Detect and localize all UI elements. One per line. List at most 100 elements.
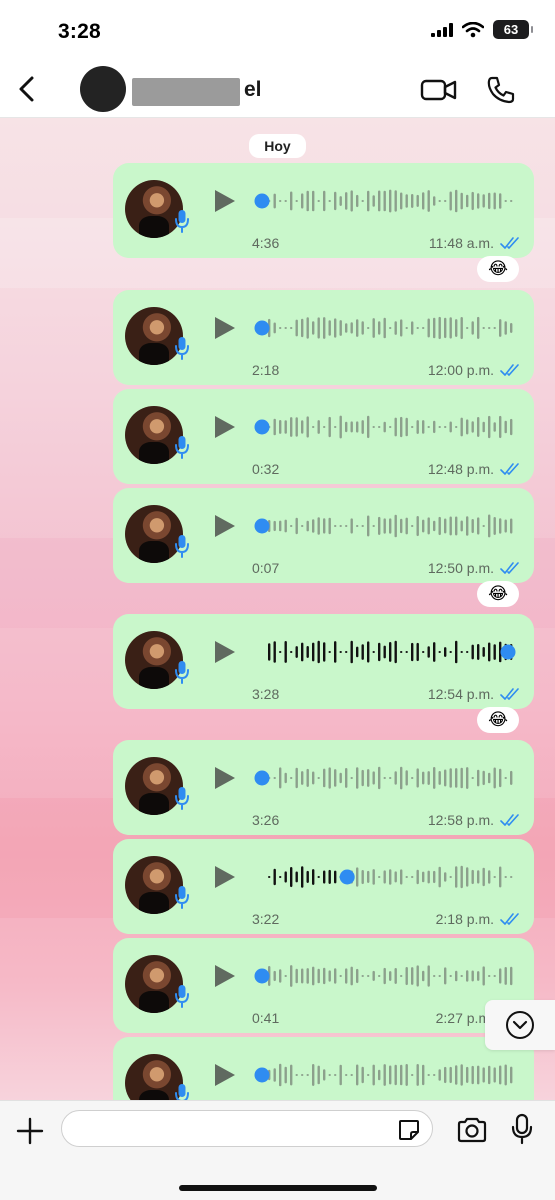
- voice-duration: 0:41: [252, 1010, 280, 1026]
- contact-name[interactable]: el: [244, 78, 262, 102]
- voice-duration: 2:18: [252, 362, 280, 378]
- waveform-bar: [372, 869, 375, 885]
- phone-icon[interactable]: [485, 74, 517, 106]
- voice-message[interactable]: 3:26 12:58 p.m.: [113, 740, 534, 835]
- camera-icon[interactable]: [456, 1116, 488, 1144]
- microphone-icon: [175, 210, 189, 233]
- redacted-name-block: [132, 78, 240, 106]
- contact-avatar[interactable]: [80, 66, 126, 112]
- waveform-bar: [295, 1074, 298, 1076]
- waveform-bar: [279, 876, 282, 878]
- waveform-bar: [427, 517, 430, 535]
- waveform-bar: [323, 642, 326, 662]
- play-icon[interactable]: [213, 1062, 237, 1088]
- waveform-bar: [383, 967, 386, 985]
- chat-area[interactable]: Hoy 4:36 11:48 a.m. 😂 2:18 12:00 p.m. 0:32 12:…: [0, 118, 555, 1100]
- waveform[interactable]: [254, 1059, 518, 1091]
- scroll-to-bottom-button[interactable]: [485, 1000, 555, 1050]
- reaction-badge[interactable]: 😂: [477, 256, 519, 282]
- waveform-bar: [466, 867, 469, 887]
- voice-message[interactable]: 0:41 2:27 p.m.: [113, 938, 534, 1033]
- voice-message[interactable]: 0:07 12:50 p.m.: [113, 488, 534, 583]
- waveform[interactable]: [254, 861, 518, 893]
- waveform-bar: [471, 519, 474, 534]
- waveform-bar: [422, 871, 425, 883]
- waveform[interactable]: [254, 185, 518, 217]
- play-icon[interactable]: [213, 963, 237, 989]
- waveform-bar: [279, 520, 282, 532]
- reaction-badge[interactable]: 😂: [477, 581, 519, 607]
- waveform-bar: [471, 970, 474, 982]
- waveform-bar: [449, 876, 452, 878]
- waveform-bar: [482, 421, 485, 433]
- waveform-bar: [378, 516, 381, 535]
- battery-indicator: 63: [493, 20, 533, 39]
- play-icon[interactable]: [213, 864, 237, 890]
- waveform[interactable]: [254, 510, 518, 542]
- play-icon[interactable]: [213, 315, 237, 341]
- waveform[interactable]: [254, 636, 518, 668]
- voice-message[interactable]: 0:32 12:48 p.m.: [113, 389, 534, 484]
- playback-scrubber: [339, 869, 355, 885]
- back-icon[interactable]: [14, 74, 40, 104]
- video-camera-icon[interactable]: [419, 74, 459, 106]
- waveform[interactable]: [254, 312, 518, 344]
- play-icon[interactable]: [213, 639, 237, 665]
- plus-icon[interactable]: [16, 1117, 44, 1145]
- waveform-bar: [510, 770, 513, 785]
- waveform-bar: [339, 772, 342, 784]
- waveform-bar: [455, 319, 458, 337]
- waveform-bar: [405, 1064, 408, 1086]
- voice-message[interactable]: 3:28 12:54 p.m.: [113, 614, 534, 709]
- waveform-bar: [427, 1074, 430, 1076]
- waveform-bar: [455, 640, 458, 664]
- microphone-icon: [175, 436, 189, 459]
- waveform-bar: [422, 192, 425, 210]
- waveform[interactable]: [254, 762, 518, 794]
- play-icon[interactable]: [213, 414, 237, 440]
- waveform-bar: [356, 1064, 359, 1086]
- waveform-bar: [477, 517, 480, 535]
- waveform-bar: [504, 200, 507, 202]
- microphone-icon[interactable]: [510, 1113, 534, 1145]
- waveform-bar: [471, 321, 474, 335]
- waveform-bar: [405, 770, 408, 786]
- waveform-bar: [383, 518, 386, 534]
- waveform-bar: [284, 420, 287, 434]
- waveform-bar: [433, 767, 436, 789]
- waveform[interactable]: [254, 960, 518, 992]
- waveform-bar: [510, 876, 513, 878]
- play-icon[interactable]: [213, 765, 237, 791]
- waveform-bar: [383, 190, 386, 212]
- waveform-bar: [394, 1064, 397, 1086]
- waveform-bar: [301, 642, 304, 662]
- waveform[interactable]: [254, 411, 518, 443]
- waveform-bar: [411, 967, 414, 985]
- reaction-badge[interactable]: 😂: [477, 707, 519, 733]
- message-time: 12:58 p.m.: [427, 812, 494, 828]
- waveform-bar: [405, 417, 408, 437]
- waveform-bar: [389, 1065, 392, 1085]
- waveform-bar: [510, 518, 513, 534]
- waveform-bar: [389, 642, 392, 662]
- waveform-bar: [273, 418, 276, 436]
- waveform-bar: [306, 768, 309, 787]
- waveform-bar: [416, 194, 419, 207]
- waveform-bar: [422, 970, 425, 982]
- waveform-bar: [477, 1065, 480, 1085]
- waveform-bar: [433, 317, 436, 339]
- waveform-bar: [433, 196, 436, 206]
- message-input[interactable]: [61, 1110, 433, 1147]
- play-icon[interactable]: [213, 513, 237, 539]
- voice-message[interactable]: 4:36 11:48 a.m.: [113, 163, 534, 258]
- waveform-bar: [433, 870, 436, 884]
- waveform-bar: [504, 1064, 507, 1086]
- waveform-bar: [290, 525, 293, 527]
- sticker-icon[interactable]: [397, 1118, 421, 1142]
- voice-message[interactable]: 2:18 12:00 p.m.: [113, 290, 534, 385]
- play-icon[interactable]: [213, 188, 237, 214]
- waveform-bar: [449, 975, 452, 977]
- voice-message[interactable]: 3:22 2:18 p.m.: [113, 839, 534, 934]
- waveform-bar: [372, 426, 375, 428]
- voice-message[interactable]: [113, 1037, 534, 1100]
